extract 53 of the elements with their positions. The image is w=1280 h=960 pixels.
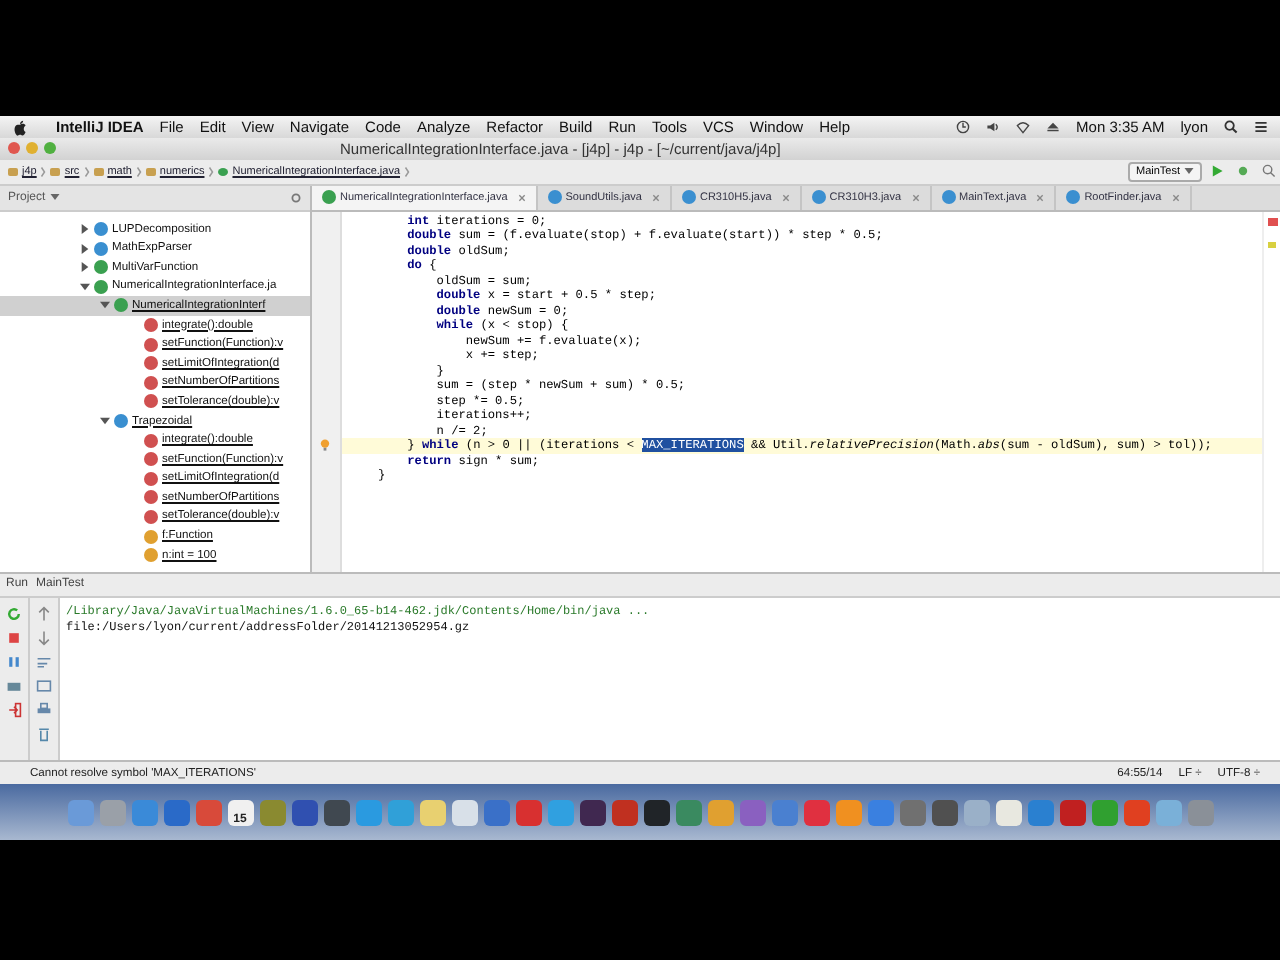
app-icon[interactable] <box>643 799 669 825</box>
stop-icon[interactable] <box>6 629 22 646</box>
camera-icon[interactable] <box>6 677 22 694</box>
zoom-button[interactable] <box>44 142 56 155</box>
clock-icon[interactable] <box>956 120 971 134</box>
exit-icon[interactable] <box>6 701 22 718</box>
app-icon[interactable] <box>579 799 605 825</box>
close-icon[interactable] <box>1171 193 1180 202</box>
play-icon[interactable] <box>1210 164 1224 179</box>
list-icon[interactable] <box>1254 120 1268 134</box>
class-icon <box>1066 190 1081 205</box>
down-arrow-icon[interactable] <box>36 629 52 646</box>
caret-icon <box>49 194 60 201</box>
chevron-icon <box>404 165 410 178</box>
class-icon <box>941 190 956 205</box>
expanded-arrow-icon[interactable] <box>100 416 110 427</box>
app-icon[interactable] <box>995 799 1021 825</box>
chevron-icon <box>40 165 47 178</box>
close-icon[interactable] <box>517 193 526 202</box>
eject-icon[interactable] <box>1046 120 1061 134</box>
app-icon[interactable] <box>291 799 317 825</box>
app-icon[interactable] <box>419 799 445 825</box>
volume-icon[interactable] <box>986 120 1001 134</box>
search-icon[interactable] <box>1224 120 1238 134</box>
gear-icon[interactable] <box>290 191 302 204</box>
wrap-icon[interactable] <box>36 653 52 670</box>
class-icon <box>114 414 128 429</box>
chevron-icon <box>83 165 90 178</box>
caret-icon <box>1184 168 1194 175</box>
close-icon[interactable] <box>1036 193 1045 202</box>
minimize-button[interactable] <box>26 142 38 155</box>
interface-icon <box>322 190 336 205</box>
app-icon[interactable] <box>931 799 957 825</box>
pause-icon[interactable] <box>6 653 22 670</box>
rerun-icon[interactable] <box>6 605 22 622</box>
chevron-icon <box>135 165 142 178</box>
chevron-icon <box>208 165 215 178</box>
apple-icon[interactable] <box>12 119 28 135</box>
trash-icon[interactable] <box>36 725 52 742</box>
up-arrow-icon[interactable] <box>36 605 52 622</box>
close-icon[interactable] <box>781 193 790 202</box>
app-icon[interactable] <box>451 799 477 825</box>
class-icon <box>681 190 696 205</box>
app-icon[interactable] <box>323 799 349 825</box>
class-icon <box>547 190 562 205</box>
wifi-icon[interactable] <box>1016 120 1031 134</box>
scroll-icon[interactable] <box>36 677 52 694</box>
class-icon <box>811 190 826 205</box>
close-button[interactable] <box>8 142 20 155</box>
print-icon[interactable] <box>36 701 52 718</box>
close-icon[interactable] <box>651 193 660 202</box>
close-icon[interactable] <box>911 193 920 202</box>
lightbulb-icon[interactable] <box>318 438 332 453</box>
